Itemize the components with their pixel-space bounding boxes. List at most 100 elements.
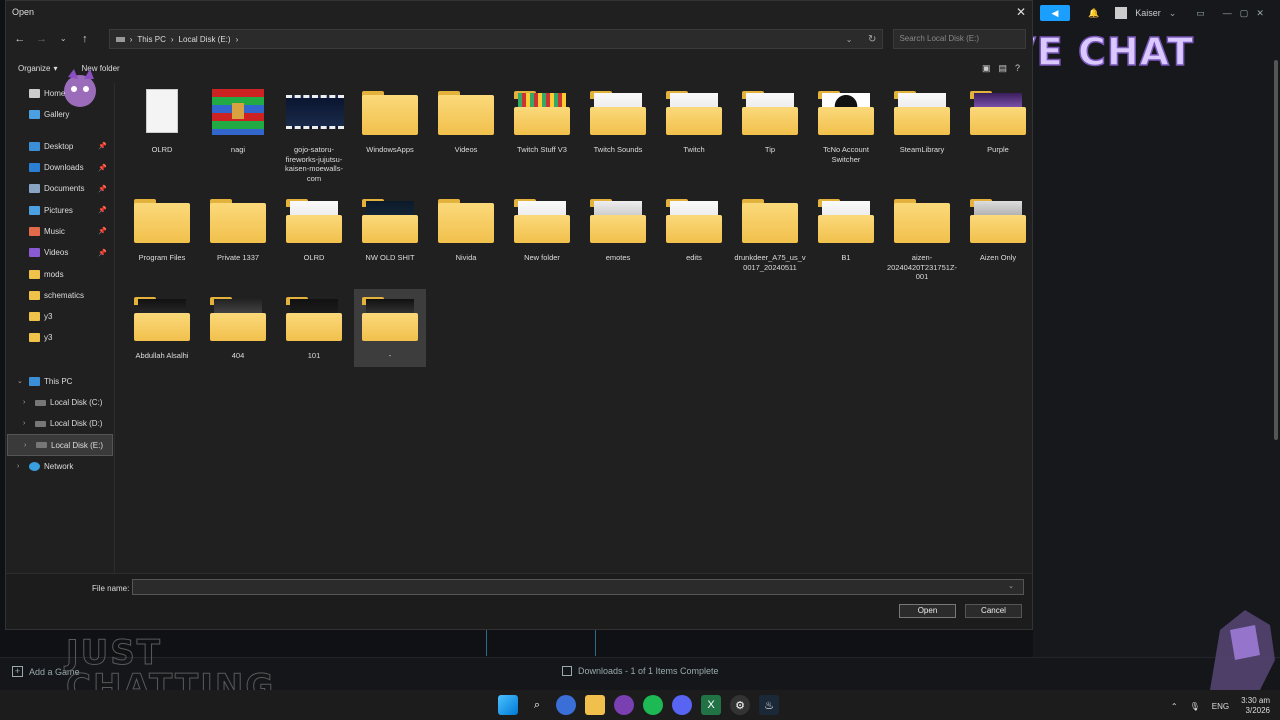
background-scrollbar[interactable] [1274, 60, 1278, 440]
chevron-right-icon[interactable]: › [23, 420, 25, 427]
breadcrumb-this-pc[interactable]: This PC [137, 35, 165, 44]
file-item[interactable]: edits [658, 195, 730, 263]
file-item[interactable]: TcNo Account Switcher [810, 87, 882, 164]
sidebar-item-home[interactable]: Home [7, 83, 113, 104]
file-item[interactable]: Tip [734, 87, 806, 155]
tree-item-local-disk-c[interactable]: › Local Disk (C:) [7, 392, 113, 413]
tree-item-network[interactable]: › Network [7, 456, 113, 477]
file-item[interactable]: emotes [582, 195, 654, 263]
refresh-icon[interactable]: ↻ [868, 34, 876, 45]
sidebar-item-desktop[interactable]: Desktop 📌 [7, 136, 113, 157]
address-bar[interactable]: › This PC › Local Disk (E:) › ⌄ ↻ [108, 29, 884, 49]
sidebar-item-videos[interactable]: Videos 📌 [7, 242, 113, 263]
file-item[interactable]: Nivida [430, 195, 502, 263]
search-input[interactable]: Search Local Disk (E:) [893, 29, 1027, 49]
file-item[interactable]: 404 [202, 293, 274, 361]
file-item[interactable]: New folder [506, 195, 578, 263]
file-item[interactable]: gojo-satoru-fireworks-jujutsu-kaisen-moe… [278, 87, 350, 183]
cancel-button[interactable]: Cancel [965, 604, 1022, 618]
search-icon[interactable]: ⌕ [527, 695, 547, 715]
user-name[interactable]: Kaiser [1135, 8, 1161, 18]
chevron-down-icon[interactable]: ⌄ [1008, 582, 1014, 590]
pin-icon[interactable]: 📌 [98, 185, 107, 193]
chevron-right-icon[interactable]: › [24, 442, 26, 449]
sidebar-item-mods[interactable]: mods [7, 263, 113, 284]
media-player-icon[interactable] [614, 695, 634, 715]
preview-pane-icon[interactable]: ▤ [998, 63, 1007, 74]
steam-icon[interactable]: ♨ [759, 695, 779, 715]
file-item[interactable]: OLRD [126, 87, 198, 155]
tree-item-local-disk-d[interactable]: › Local Disk (D:) [7, 413, 113, 434]
sidebar-item-schematics[interactable]: schematics [7, 285, 113, 306]
pin-icon[interactable]: 📌 [98, 142, 107, 150]
avatar[interactable] [1115, 7, 1128, 19]
monitor-icon[interactable]: ▭ [1196, 8, 1205, 19]
sidebar-item-downloads[interactable]: Downloads 📌 [7, 157, 113, 178]
file-item[interactable]: nagi [202, 87, 274, 155]
file-item[interactable]: Twitch [658, 87, 730, 155]
file-item[interactable]: Twitch Stuff V3 [506, 87, 578, 155]
browser-icon[interactable] [556, 695, 576, 715]
open-button[interactable]: Open [899, 604, 956, 618]
start-icon[interactable] [498, 695, 518, 715]
pin-icon[interactable]: 📌 [98, 164, 107, 172]
close-icon[interactable]: ✕ [1256, 8, 1264, 19]
file-item[interactable]: Twitch Sounds [582, 87, 654, 155]
file-item[interactable]: Purple [962, 87, 1034, 155]
file-item[interactable]: Videos [430, 87, 502, 155]
downloads-status[interactable]: Downloads - 1 of 1 Items Complete [562, 666, 719, 676]
file-item[interactable]: Abdullah Alsalhi [126, 293, 198, 361]
file-item[interactable]: Private 1337 [202, 195, 274, 263]
file-item[interactable]: - [354, 289, 426, 367]
discord-icon[interactable] [672, 695, 692, 715]
help-icon[interactable]: ? [1015, 63, 1020, 74]
sidebar-item-y3[interactable]: y3 [7, 327, 113, 348]
sidebar-item-gallery[interactable]: Gallery [7, 104, 113, 125]
settings-gear-icon[interactable]: ⚙ [730, 695, 750, 715]
sidebar-item-y3[interactable]: y3 [7, 306, 113, 327]
minimize-icon[interactable]: — [1223, 8, 1232, 18]
file-item[interactable]: Program Files [126, 195, 198, 263]
pin-icon[interactable]: 📌 [98, 206, 107, 214]
close-icon[interactable]: ✕ [1016, 5, 1026, 19]
up-arrow-icon[interactable]: ↑ [77, 31, 93, 47]
spotify-icon[interactable] [643, 695, 663, 715]
organize-button[interactable]: Organize ▾ [18, 64, 57, 73]
chevron-up-icon[interactable]: ⌃ [1171, 702, 1178, 711]
language-indicator[interactable]: ENG [1212, 702, 1229, 711]
pin-icon[interactable]: 📌 [98, 249, 107, 257]
forward-arrow-icon[interactable]: → [34, 31, 50, 47]
back-arrow-icon[interactable]: ← [12, 31, 28, 47]
file-item[interactable]: WindowsApps [354, 87, 426, 155]
bell-icon[interactable]: 🔔 [1088, 8, 1099, 19]
view-toggle-icon[interactable]: ▣ [982, 63, 991, 74]
chevron-right-icon[interactable]: › [23, 399, 25, 406]
pin-icon[interactable]: 📌 [98, 227, 107, 235]
chevron-right-icon[interactable]: › [17, 463, 19, 470]
sidebar-item-pictures[interactable]: Pictures 📌 [7, 199, 113, 220]
microphone-icon[interactable]: 🎙 [1190, 702, 1200, 711]
file-item[interactable]: NW OLD SHIT [354, 195, 426, 263]
file-item[interactable]: drunkdeer_A75_us_v0017_20240511 [734, 195, 806, 272]
megaphone-icon[interactable]: ◀ [1040, 5, 1070, 21]
file-name-input[interactable] [132, 579, 1024, 595]
sidebar-item-documents[interactable]: Documents 📌 [7, 178, 113, 199]
file-item[interactable]: Aizen Only [962, 195, 1034, 263]
file-item[interactable]: 101 [278, 293, 350, 361]
file-item[interactable]: SteamLibrary [886, 87, 958, 155]
clock[interactable]: 3:30 am 3/2026 [1241, 696, 1270, 716]
sidebar-item-music[interactable]: Music 📌 [7, 221, 113, 242]
tree-item-this-pc[interactable]: ⌄ This PC [7, 371, 113, 392]
file-explorer-icon[interactable] [585, 695, 605, 715]
breadcrumb-local-disk-e[interactable]: Local Disk (E:) [179, 35, 231, 44]
pane-divider[interactable] [114, 83, 115, 573]
tree-item-local-disk-e[interactable]: › Local Disk (E:) [7, 434, 113, 456]
chevron-down-icon[interactable]: ⌄ [846, 35, 853, 44]
maximize-icon[interactable]: ▢ [1240, 8, 1249, 19]
recent-dropdown-icon[interactable]: ⌄ [55, 31, 71, 47]
file-item[interactable]: OLRD [278, 195, 350, 263]
file-item[interactable]: B1 [810, 195, 882, 263]
excel-icon[interactable]: X [701, 695, 721, 715]
file-item[interactable]: aizen-20240420T231751Z-001 [886, 195, 958, 282]
chevron-down-icon[interactable]: ⌄ [17, 377, 23, 385]
